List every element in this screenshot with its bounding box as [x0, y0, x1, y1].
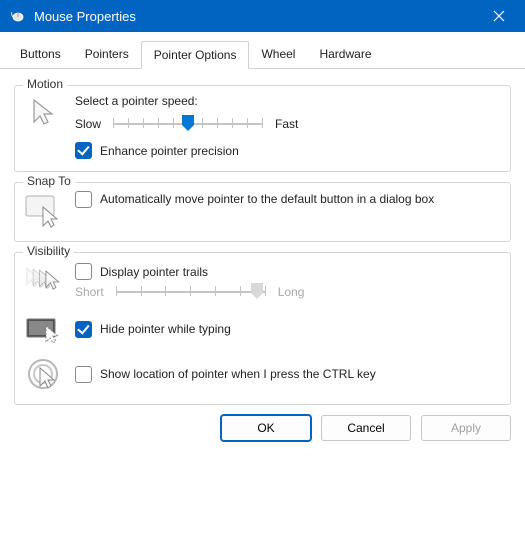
tab-buttons[interactable]: Buttons: [8, 41, 73, 69]
dialog-buttons: OK Cancel Apply: [0, 405, 525, 451]
show-location-icon: [25, 356, 65, 392]
pointer-trails-slider: [116, 282, 266, 302]
mouse-icon: [10, 9, 26, 23]
show-location-label: Show location of pointer when I press th…: [100, 367, 376, 381]
group-title-visibility: Visibility: [23, 244, 74, 258]
hide-typing-label: Hide pointer while typing: [100, 322, 231, 336]
fast-label: Fast: [275, 117, 298, 131]
close-button[interactable]: [476, 0, 521, 32]
tab-hardware[interactable]: Hardware: [307, 41, 383, 69]
cancel-button[interactable]: Cancel: [321, 415, 411, 441]
pointer-trails-checkbox[interactable]: [75, 263, 92, 280]
hide-typing-icon: [25, 314, 65, 344]
tab-wheel[interactable]: Wheel: [249, 41, 307, 69]
tab-pointer-options[interactable]: Pointer Options: [141, 41, 250, 69]
tab-strip: Buttons Pointers Pointer Options Wheel H…: [0, 32, 525, 69]
show-location-checkbox[interactable]: [75, 366, 92, 383]
group-visibility: Visibility Display pointer trails Short: [14, 252, 511, 405]
pointer-speed-icon: [25, 94, 65, 130]
group-title-motion: Motion: [23, 77, 67, 91]
title-bar: Mouse Properties: [0, 0, 525, 32]
group-motion: Motion Select a pointer speed: Slow: [14, 85, 511, 172]
pointer-trails-icon: [25, 263, 65, 297]
slow-label: Slow: [75, 117, 101, 131]
snap-to-checkbox[interactable]: [75, 191, 92, 208]
pointer-speed-slider[interactable]: [113, 114, 263, 134]
tab-content: Motion Select a pointer speed: Slow: [0, 69, 525, 405]
enhance-precision-label: Enhance pointer precision: [100, 144, 239, 158]
tab-pointers[interactable]: Pointers: [73, 41, 141, 69]
group-snap-to: Snap To Automatically move pointer to th…: [14, 182, 511, 242]
apply-button: Apply: [421, 415, 511, 441]
hide-typing-checkbox[interactable]: [75, 321, 92, 338]
select-pointer-speed-label: Select a pointer speed:: [75, 94, 500, 108]
pointer-trails-label: Display pointer trails: [100, 265, 208, 279]
window-title: Mouse Properties: [34, 9, 476, 24]
short-label: Short: [75, 285, 104, 299]
snap-to-label: Automatically move pointer to the defaul…: [100, 191, 434, 207]
enhance-precision-checkbox[interactable]: [75, 142, 92, 159]
ok-button[interactable]: OK: [221, 415, 311, 441]
long-label: Long: [278, 285, 305, 299]
snap-to-icon: [25, 191, 65, 229]
group-title-snapto: Snap To: [23, 174, 75, 188]
